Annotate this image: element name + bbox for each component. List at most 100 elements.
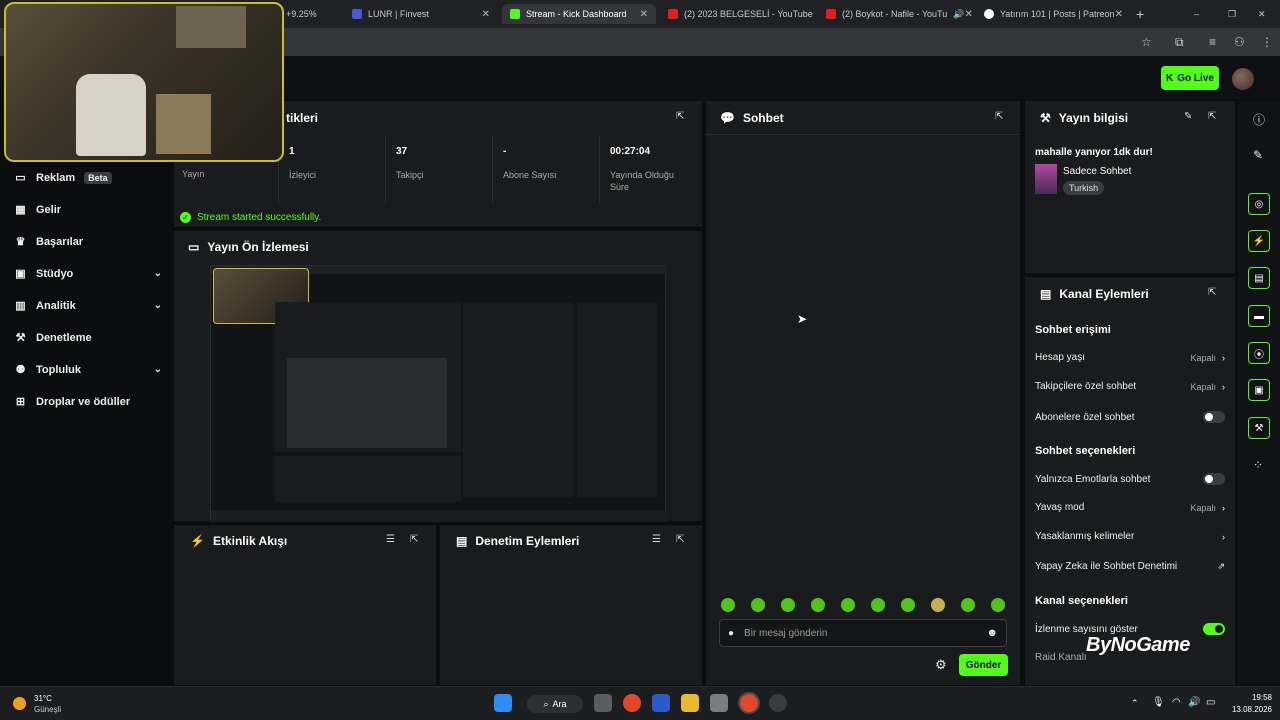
maximize-button[interactable]: ❐ [1228, 4, 1244, 24]
filter-icon[interactable]: ☰ [652, 534, 661, 545]
tab-youtube-2[interactable]: (2) Boykot - Nafile - YouTu 🔊 ✕ [818, 4, 972, 24]
banned-words-row[interactable]: Yasaklanmış kelimeler › [1035, 531, 1225, 542]
search-icon: ⌕ [543, 698, 549, 709]
star-icon[interactable]: ☆ [1141, 35, 1152, 49]
emote-only-toggle[interactable] [1203, 473, 1225, 485]
sidebar-item-denetleme[interactable]: ⚒ Denetleme [14, 331, 162, 345]
close-icon[interactable]: ✕ [964, 9, 972, 20]
volume-icon[interactable]: 🔊 [1188, 697, 1200, 708]
sidebar-item-studyo[interactable]: ▣ Stüdyo ⌄ [14, 267, 162, 281]
clock-time[interactable]: 19:58 [1226, 693, 1272, 702]
emote-icon[interactable] [991, 598, 1005, 612]
subscribers-only-toggle[interactable] [1203, 411, 1225, 423]
camera-focus-icon[interactable]: ◎ [1248, 193, 1270, 215]
bolt-icon[interactable]: ⚡ [1248, 230, 1270, 252]
emote-icon[interactable] [811, 598, 825, 612]
popout-icon[interactable]: ⇱ [410, 534, 418, 545]
edit-pencil-icon[interactable]: ✎ [1184, 111, 1192, 122]
row-label: Hesap yaşı [1035, 352, 1086, 363]
stream-info-title: Yayın bilgisi [1058, 111, 1129, 125]
sidebar-item-gelir[interactable]: ▦ Gelir [14, 203, 162, 217]
broadcast-icon[interactable]: ⦿ [1248, 342, 1270, 364]
clock-date[interactable]: 13.08.2026 [1226, 705, 1272, 714]
sidebar-item-basarilar[interactable]: ♛ Başarılar [14, 235, 162, 249]
close-icon[interactable]: ✕ [482, 9, 490, 20]
popout-icon[interactable]: ⇱ [676, 111, 684, 122]
playlist-icon[interactable]: ≡ [1209, 35, 1216, 49]
avatar[interactable] [1232, 68, 1254, 90]
taskbar-search[interactable]: ⌕ Ara [527, 695, 583, 713]
profile-icon[interactable]: ⚇ [1234, 35, 1245, 49]
file-explorer-icon[interactable] [681, 694, 699, 712]
emote-icon[interactable] [841, 598, 855, 612]
word-icon[interactable] [652, 694, 670, 712]
emote-icon[interactable] [721, 598, 735, 612]
emote-icon[interactable] [781, 598, 795, 612]
popout-icon[interactable]: ⇱ [1208, 111, 1216, 122]
chevron-right-icon: › [1222, 502, 1225, 513]
task-view-icon[interactable] [594, 694, 612, 712]
chat-input[interactable]: ● Bir mesaj gönderin ☻ [719, 619, 1007, 647]
emote-icon[interactable] [871, 598, 885, 612]
document-icon[interactable]: ▤ [1248, 267, 1270, 289]
sidebar [0, 100, 172, 686]
sidebar-item-reklam[interactable]: ▭ Reklam Beta [14, 171, 162, 184]
show-viewers-toggle[interactable] [1203, 623, 1225, 635]
sidebar-item-analitik[interactable]: ▥ Analitik ⌄ [14, 299, 162, 313]
tab-finance[interactable]: +9.25% [286, 4, 342, 24]
chrome-active-icon[interactable] [738, 692, 760, 714]
filter-icon[interactable]: ☰ [386, 534, 395, 545]
chrome-alt-icon[interactable] [769, 694, 787, 712]
emoji-icon[interactable]: ☻ [986, 627, 998, 639]
emote-icon[interactable] [901, 598, 915, 612]
battery-icon[interactable]: ▭ [1206, 697, 1215, 708]
sidebar-item-label: Analitik [36, 299, 76, 312]
stat-value: - [503, 146, 507, 157]
extensions-icon[interactable]: ⧉ [1175, 35, 1184, 50]
slow-mode-row[interactable]: Yavaş mod Kapalı › [1035, 502, 1225, 513]
send-button[interactable]: Gönder [959, 654, 1008, 676]
close-icon[interactable]: ✕ [813, 9, 814, 20]
account-age-row[interactable]: Hesap yaşı Kapalı › [1035, 352, 1225, 363]
minimize-button[interactable]: – [1194, 4, 1210, 24]
preview-channel-actions [577, 302, 657, 498]
microphone-icon[interactable]: 🎙 [1152, 697, 1165, 708]
calculator-icon[interactable] [710, 694, 728, 712]
wrench-icon[interactable]: ⚒ [1248, 417, 1270, 439]
mouse-cursor-icon: ➤ [797, 312, 808, 326]
sidebar-item-topluluk[interactable]: ⚉ Topluluk ⌄ [14, 363, 162, 377]
ai-moderation-row[interactable]: Yapay Zeka ile Sohbet Denetimi ⇗ [1035, 561, 1225, 572]
followers-only-row[interactable]: Takipçilere özel sohbet Kapalı › [1035, 381, 1225, 392]
tray-chevron-icon[interactable]: ⌃ [1131, 698, 1139, 709]
row-label: İzlenme sayısını göster [1035, 623, 1138, 635]
emote-icon[interactable] [931, 598, 945, 612]
popout-icon[interactable]: ⇱ [676, 534, 684, 545]
chat-bubble-icon[interactable]: ▬ [1248, 305, 1270, 327]
settings-gear-icon[interactable]: ⚙ [935, 657, 947, 673]
menu-icon[interactable]: ⋮ [1261, 35, 1273, 49]
wifi-icon[interactable]: ◠ [1172, 697, 1181, 708]
channel-icon[interactable]: ▣ [1248, 379, 1270, 401]
youtube-favicon-icon [826, 9, 836, 19]
close-window-button[interactable]: ✕ [1258, 4, 1274, 24]
tab-patreon[interactable]: Yatırım 101 | Posts | Patreon ✕ [976, 4, 1130, 24]
more-widgets-icon[interactable]: ⁘ [1253, 458, 1263, 472]
row-label: Takipçilere özel sohbet [1035, 381, 1137, 392]
popout-icon[interactable]: ⇱ [1208, 287, 1216, 298]
chevron-down-icon: ⌄ [153, 300, 162, 311]
pencil-icon[interactable]: ✎ [1253, 148, 1263, 162]
new-tab-button[interactable]: + [1136, 4, 1152, 24]
sidebar-item-droplar[interactable]: ⊞ Droplar ve ödüller [14, 395, 162, 409]
tab-finvest[interactable]: LUNR | Finvest ✕ [344, 4, 498, 24]
emote-icon[interactable] [961, 598, 975, 612]
tab-kick-dashboard[interactable]: Stream - Kick Dashboard ✕ [502, 4, 656, 24]
close-icon[interactable]: ✕ [640, 9, 648, 20]
info-icon[interactable]: ⓘ [1253, 111, 1265, 128]
windows-start-icon[interactable] [494, 694, 512, 712]
go-live-button[interactable]: K Go Live [1161, 66, 1219, 90]
tab-youtube-1[interactable]: (2) 2023 BELGESELİ - YouTube✕ [660, 4, 814, 24]
emote-icon[interactable] [751, 598, 765, 612]
chrome-icon[interactable] [623, 694, 641, 712]
popout-icon[interactable]: ⇱ [995, 111, 1003, 122]
close-icon[interactable]: ✕ [1115, 9, 1123, 20]
